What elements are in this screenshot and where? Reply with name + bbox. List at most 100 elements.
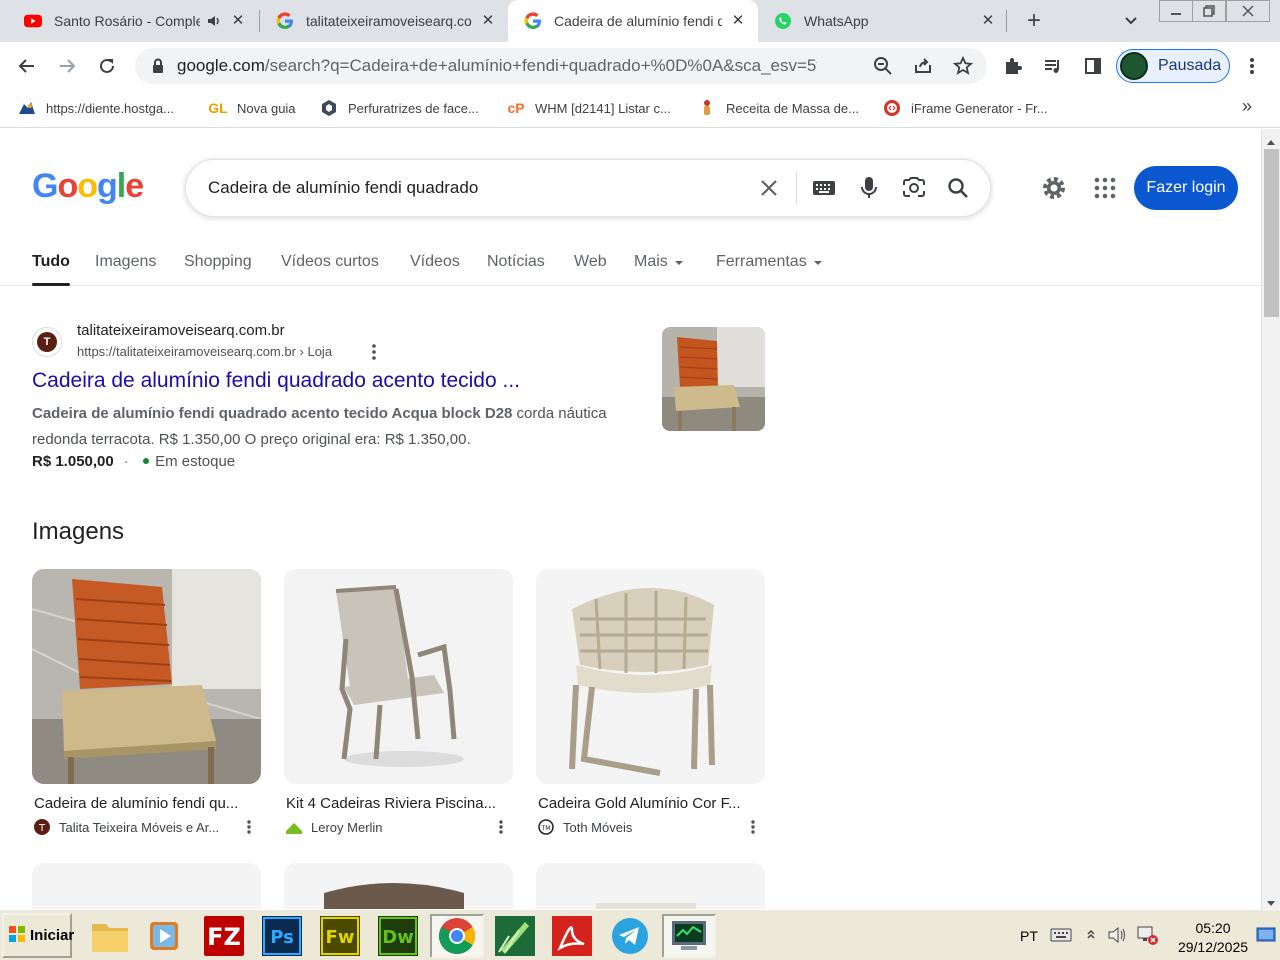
tab-santo-rosario[interactable]: Santo Rosário - Comple ✕: [8, 0, 258, 42]
volume-speaker-icon[interactable]: [1106, 924, 1128, 951]
image-source[interactable]: TM Toth Móveis: [538, 818, 765, 836]
result-thumbnail[interactable]: [662, 327, 765, 431]
taskbar-chrome[interactable]: [430, 914, 484, 958]
image-result-card[interactable]: Cadeira Gold Alumínio Cor F... TM Toth M…: [536, 569, 765, 836]
site-favicon[interactable]: T: [32, 327, 62, 357]
close-tab-icon[interactable]: ✕: [980, 13, 996, 29]
image-caption[interactable]: Cadeira Gold Alumínio Cor F...: [538, 795, 765, 812]
tab-short-videos[interactable]: Vídeos curtos: [281, 253, 379, 271]
result-site-url[interactable]: https://talitateixeiramoveisearq.com.br …: [77, 344, 332, 359]
language-indicator[interactable]: PT: [1020, 928, 1038, 944]
media-queue-icon[interactable]: [1037, 50, 1069, 82]
bookmark-star-icon[interactable]: [952, 55, 974, 76]
taskbar-telegram[interactable]: [604, 914, 656, 958]
image-thumbnail[interactable]: [32, 569, 261, 784]
tab-shopping[interactable]: Shopping: [184, 253, 252, 271]
taskbar-file-explorer[interactable]: [84, 914, 136, 958]
close-tab-icon[interactable]: ✕: [230, 13, 246, 29]
start-button[interactable]: Iniciar: [2, 913, 74, 958]
clear-search-icon[interactable]: [754, 173, 784, 203]
tab-cadeira-active[interactable]: Cadeira de alumínio fendi qu ✕: [508, 0, 758, 42]
restore-window-icon[interactable]: [1192, 0, 1226, 22]
clock-time[interactable]: 05:20: [1178, 920, 1248, 936]
scrollbar-thumb[interactable]: [1264, 149, 1279, 317]
keyboard-tray-icon[interactable]: [1050, 926, 1072, 949]
show-desktop-icon[interactable]: [1256, 926, 1276, 949]
taskbar-dreamweaver[interactable]: Dw: [372, 914, 424, 958]
back-arrow-icon[interactable]: [11, 50, 43, 82]
result-title-link[interactable]: Cadeira de alumínio fendi quadrado acent…: [32, 369, 520, 393]
image-thumbnail[interactable]: [284, 863, 513, 909]
forward-arrow-icon[interactable]: [51, 50, 83, 82]
sign-in-button[interactable]: Fazer login: [1134, 166, 1238, 210]
close-window-icon[interactable]: [1226, 0, 1270, 22]
bookmark-iframe-generator[interactable]: iFrame Generator - Fr...: [883, 96, 1048, 120]
tab-more[interactable]: Mais: [634, 253, 684, 271]
new-tab-icon[interactable]: +: [1022, 9, 1046, 33]
image-result-card[interactable]: Cadeira de alumínio fendi qu... T Talita…: [32, 569, 261, 836]
tab-videos[interactable]: Vídeos: [410, 253, 460, 271]
image-source[interactable]: T Talita Teixeira Móveis e Ar...: [34, 818, 261, 836]
image-thumbnail[interactable]: [32, 863, 261, 909]
image-more-kebab-icon[interactable]: [747, 818, 759, 836]
lens-camera-icon[interactable]: [899, 173, 929, 203]
close-tab-icon[interactable]: ✕: [730, 13, 746, 29]
site-info-icon[interactable]: [149, 57, 167, 75]
network-error-icon[interactable]: [1136, 924, 1160, 951]
tab-whatsapp[interactable]: WhatsApp ✕: [758, 0, 1008, 42]
microphone-icon[interactable]: [854, 173, 884, 203]
google-logo[interactable]: Google: [32, 167, 144, 206]
profile-button[interactable]: Pausada: [1116, 49, 1230, 83]
browser-menu-kebab-icon[interactable]: [1236, 50, 1268, 82]
keyboard-icon[interactable]: [809, 173, 839, 203]
zoom-icon[interactable]: [873, 56, 893, 76]
tab-web[interactable]: Web: [574, 253, 607, 271]
more-bookmarks-chevron-icon[interactable]: »: [1242, 96, 1252, 117]
tab-tools[interactable]: Ferramentas: [716, 253, 823, 271]
image-thumbnail[interactable]: [536, 863, 765, 909]
bookmark-hostgator[interactable]: https://diente.hostga...: [18, 96, 174, 120]
bookmark-nova-guia[interactable]: GL Nova guia: [208, 96, 295, 120]
image-thumbnail[interactable]: [536, 569, 765, 784]
tab-talita[interactable]: talitateixeiramoveisearq.con ✕: [260, 0, 508, 42]
image-caption[interactable]: Kit 4 Cadeiras Riviera Piscina...: [286, 795, 513, 812]
image-caption[interactable]: Cadeira de alumínio fendi qu...: [34, 795, 261, 812]
result-site-name[interactable]: talitateixeiramoveisearq.com.br: [77, 322, 285, 339]
search-icon[interactable]: [943, 173, 973, 203]
search-box[interactable]: Cadeira de alumínio fendi quadrado: [185, 159, 991, 217]
apps-grid-icon[interactable]: [1094, 177, 1118, 201]
taskbar-fireworks[interactable]: Fw: [314, 914, 366, 958]
bookmark-perfuratrizes[interactable]: Perfuratrizes de face...: [320, 96, 479, 120]
taskbar-media-player[interactable]: [138, 914, 190, 958]
taskbar-filezilla[interactable]: FZ: [198, 914, 250, 958]
image-result-card[interactable]: Kit 4 Cadeiras Riviera Piscina... Leroy …: [284, 569, 513, 836]
search-input[interactable]: Cadeira de alumínio fendi quadrado: [208, 160, 478, 216]
taskbar-photoshop[interactable]: Ps: [256, 914, 308, 958]
taskbar-task-manager[interactable]: [662, 914, 716, 958]
speaker-icon[interactable]: [206, 13, 222, 29]
image-source[interactable]: Leroy Merlin: [286, 818, 513, 836]
show-hidden-icons-chevron-icon[interactable]: [1086, 926, 1096, 949]
taskbar-green-app[interactable]: [489, 914, 541, 958]
tab-search-chevron-down-icon[interactable]: [1122, 12, 1140, 30]
tab-news[interactable]: Notícias: [487, 253, 545, 271]
reload-icon[interactable]: [91, 50, 123, 82]
side-panel-icon[interactable]: [1077, 50, 1109, 82]
bookmark-receita[interactable]: Receita de Massa de...: [698, 96, 859, 120]
address-bar[interactable]: google.com/search?q=Cadeira+de+alumínio+…: [135, 48, 987, 84]
tab-all[interactable]: Tudo: [32, 253, 70, 286]
share-icon[interactable]: [913, 56, 933, 76]
close-tab-icon[interactable]: ✕: [480, 13, 496, 29]
extensions-puzzle-icon[interactable]: [997, 50, 1029, 82]
image-more-kebab-icon[interactable]: [243, 818, 255, 836]
image-thumbnail[interactable]: [284, 569, 513, 784]
settings-gear-icon[interactable]: [1040, 174, 1068, 202]
result-more-kebab-icon[interactable]: [366, 343, 382, 361]
tab-images[interactable]: Imagens: [95, 253, 156, 271]
clock-date[interactable]: 29/12/2025: [1170, 939, 1256, 955]
taskbar-acrobat[interactable]: [546, 914, 598, 958]
page-scrollbar[interactable]: [1261, 129, 1280, 909]
minimize-window-icon[interactable]: [1159, 0, 1193, 22]
bookmark-whm[interactable]: cP WHM [d2141] Listar c...: [507, 96, 670, 120]
image-more-kebab-icon[interactable]: [495, 818, 507, 836]
